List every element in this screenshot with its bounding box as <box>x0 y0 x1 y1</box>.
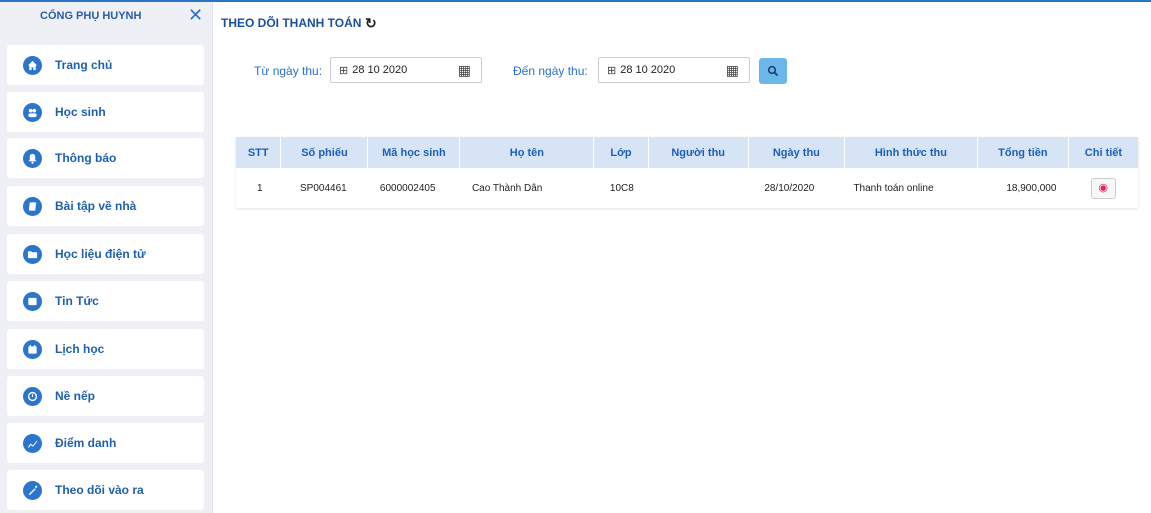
wand-icon <box>23 480 42 500</box>
to-date-label: Đến ngày thu: <box>513 64 588 78</box>
sidebar-item-label: Học sinh <box>55 105 106 119</box>
sidebar-item-label: Học liệu điện tử <box>55 247 146 261</box>
column-header[interactable]: Mã học sinh <box>367 137 461 168</box>
chart-icon <box>23 433 42 453</box>
bell-icon <box>23 148 42 168</box>
search-button[interactable] <box>759 58 787 84</box>
cell-lop: 10C8 <box>609 182 634 194</box>
sidebar-item-hoc-lieu-dien-tu[interactable]: Học liệu điện tử <box>7 234 204 274</box>
column-header[interactable]: Ngày thu <box>748 137 845 168</box>
sidebar-item-label: Lịch học <box>55 342 105 356</box>
view-detail-button[interactable]: ◉ <box>1090 177 1116 199</box>
sidebar-item-label: Trang chủ <box>55 58 113 72</box>
column-header[interactable]: Người thu <box>648 137 749 168</box>
sidebar-item-label: Bài tập về nhà <box>55 199 137 213</box>
calendar-picker-icon[interactable]: ▦ <box>458 62 471 79</box>
calendar-icon <box>23 339 42 359</box>
sidebar-item-trang-chu[interactable]: Trang chủ <box>7 45 204 85</box>
sidebar-item-bai-tap-ve-nha[interactable]: Bài tập về nhà <box>7 186 204 226</box>
cell-so-phieu: SP004461 <box>299 182 347 194</box>
column-header[interactable]: Chi tiết <box>1068 137 1138 168</box>
from-date-input[interactable]: ⊞ 28 10 2020 ▦ <box>330 57 482 83</box>
sidebar-item-theo-doi-vao-ra[interactable]: Theo dõi vào ra <box>7 470 204 510</box>
cell-ho-ten: Cao Thành Dân <box>471 182 543 194</box>
column-header[interactable]: Tổng tiền <box>977 137 1069 168</box>
calendar-small-icon: ⊞ <box>607 64 617 77</box>
sidebar-item-diem-danh[interactable]: Điểm danh <box>7 423 204 463</box>
sidebar-header: CỔNG PHỤ HUYNH ✕ <box>0 2 212 30</box>
sidebar-item-thong-bao[interactable]: Thông báo <box>7 138 204 178</box>
sidebar-item-label: Tin Tức <box>55 294 99 308</box>
sidebar-item-label: Thông báo <box>55 151 117 165</box>
cell-ngay-thu: 28/10/2020 <box>764 182 815 194</box>
eye-icon: ◉ <box>1098 181 1108 194</box>
from-date-label: Từ ngày thu: <box>254 64 323 78</box>
sidebar-item-tin-tuc[interactable]: Tin Tức <box>7 281 204 321</box>
cell-hinh-thuc-thu: Thanh toán online <box>853 182 934 194</box>
sidebar-item-hoc-sinh[interactable]: Học sinh <box>7 92 204 132</box>
cell-stt: 1 <box>257 182 263 194</box>
cell-tong-tien: 18,900,000 <box>1006 182 1057 194</box>
page-title: THEO DÕI THANH TOÁN <box>221 16 362 30</box>
sidebar-item-ne-nep[interactable]: Nề nếp <box>7 376 204 416</box>
refresh-icon[interactable]: ↻ <box>365 15 377 32</box>
sidebar-item-label: Điểm danh <box>55 436 117 450</box>
calendar-small-icon: ⊞ <box>339 64 349 77</box>
to-date-input[interactable]: ⊞ 28 10 2020 ▦ <box>598 57 750 83</box>
news-icon <box>23 291 42 311</box>
column-header[interactable]: Hình thức thu <box>844 137 978 168</box>
sidebar-item-lich-hoc[interactable]: Lịch học <box>7 329 204 369</box>
clock-icon <box>23 386 42 406</box>
homework-icon <box>23 196 42 216</box>
column-header[interactable]: Lớp <box>593 137 649 168</box>
table-row: 1 SP004461 6000002405 Cao Thành Dân 10C8… <box>236 168 1138 208</box>
column-header[interactable]: Họ tên <box>459 137 595 168</box>
cell-ma-hoc-sinh: 6000002405 <box>379 182 436 194</box>
sidebar-item-label: Theo dõi vào ra <box>55 483 144 497</box>
table-header-row: STT Số phiếu Mã học sinh Họ tên Lớp Ngườ… <box>236 137 1138 168</box>
payments-table: STT Số phiếu Mã học sinh Họ tên Lớp Ngườ… <box>236 137 1138 208</box>
sidebar-title: CỔNG PHỤ HUYNH <box>40 10 142 22</box>
sidebar-item-label: Nề nếp <box>55 389 96 403</box>
close-icon[interactable]: ✕ <box>188 5 203 25</box>
cell-nguoi-thu <box>648 168 748 208</box>
to-date-value: 28 10 2020 <box>620 64 676 76</box>
column-header[interactable]: STT <box>236 137 282 168</box>
from-date-value: 28 10 2020 <box>352 64 408 76</box>
search-icon <box>767 65 779 77</box>
home-icon <box>23 55 42 75</box>
cell-chi-tiet: ◉ <box>1068 168 1138 208</box>
folder-icon <box>23 244 42 264</box>
calendar-picker-icon[interactable]: ▦ <box>726 62 739 79</box>
sidebar: CỔNG PHỤ HUYNH ✕ Trang chủ Học sinh Thôn… <box>0 2 213 513</box>
column-header[interactable]: Số phiếu <box>280 137 369 168</box>
student-icon <box>23 102 42 122</box>
